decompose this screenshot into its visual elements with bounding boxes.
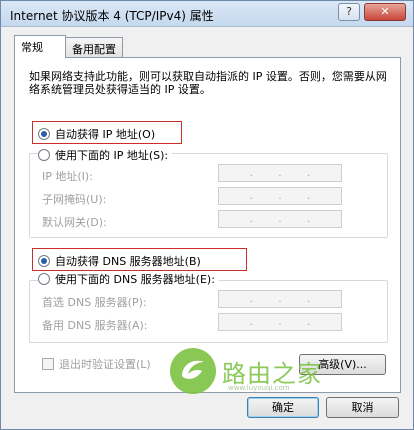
leaf-swirl-logo-icon <box>170 348 216 394</box>
alternate-dns-label: 备用 DNS 服务器(A): <box>42 319 148 332</box>
window-title: Internet 协议版本 4 (TCP/IPv4) 属性 <box>10 9 214 23</box>
cancel-button[interactable]: 取消 <box>326 397 399 418</box>
radio-dns-manual[interactable] <box>38 273 50 285</box>
ok-button[interactable]: 确定 <box>247 397 319 418</box>
radio-ip-manual[interactable] <box>38 149 50 161</box>
alternate-dns-field[interactable]: ... <box>218 313 342 331</box>
subnet-mask-label: 子网掩码(U): <box>42 193 107 206</box>
watermark: 路由之家 www.luyouqi.com <box>168 346 368 396</box>
validate-on-exit-label: 退出时验证设置(L) <box>59 358 151 371</box>
tab-alternate-config[interactable]: 备用配置 <box>65 37 123 58</box>
ip-address-label: IP 地址(I): <box>42 170 93 183</box>
radio-ip-auto[interactable] <box>38 128 50 140</box>
dns-manual-radio[interactable]: 使用下面的 DNS 服务器地址(E): <box>38 271 219 287</box>
ip-auto-radio[interactable]: 自动获得 IP 地址(O) <box>38 126 155 142</box>
close-button[interactable]: ✕ <box>364 3 406 21</box>
preferred-dns-label: 首选 DNS 服务器(P): <box>42 296 147 309</box>
default-gateway-field[interactable]: ... <box>218 210 342 228</box>
default-gateway-label: 默认网关(D): <box>42 216 107 229</box>
ip-auto-label: 自动获得 IP 地址(O) <box>55 128 156 141</box>
watermark-subtext: www.luyouqi.com <box>228 384 290 392</box>
dns-auto-label: 自动获得 DNS 服务器地址(B) <box>55 255 201 268</box>
checkbox-box[interactable] <box>42 358 54 370</box>
dialog-window: Internet 协议版本 4 (TCP/IPv4) 属性 ? ✕ 常规 备用配… <box>0 0 414 430</box>
ip-address-field[interactable]: ... <box>218 164 342 182</box>
preferred-dns-field[interactable]: ... <box>218 290 342 308</box>
title-bar: Internet 协议版本 4 (TCP/IPv4) 属性 ? ✕ <box>1 1 413 27</box>
general-panel: 如果网络支持此功能，则可以获取自动指派的 IP 设置。否则，您需要从网络系统管理… <box>14 57 401 393</box>
validate-on-exit-checkbox[interactable]: 退出时验证设置(L) <box>42 356 151 372</box>
ip-manual-radio[interactable]: 使用下面的 IP 地址(S): <box>38 147 173 163</box>
tab-general[interactable]: 常规 <box>14 35 66 58</box>
subnet-mask-field[interactable]: ... <box>218 187 342 205</box>
description-text: 如果网络支持此功能，则可以获取自动指派的 IP 设置。否则，您需要从网络系统管理… <box>29 70 387 96</box>
radio-dns-auto[interactable] <box>38 255 50 267</box>
ip-manual-label: 使用下面的 IP 地址(S): <box>55 149 169 162</box>
dns-auto-radio[interactable]: 自动获得 DNS 服务器地址(B) <box>38 253 201 269</box>
help-button[interactable]: ? <box>338 3 360 21</box>
dns-manual-label: 使用下面的 DNS 服务器地址(E): <box>55 273 215 286</box>
